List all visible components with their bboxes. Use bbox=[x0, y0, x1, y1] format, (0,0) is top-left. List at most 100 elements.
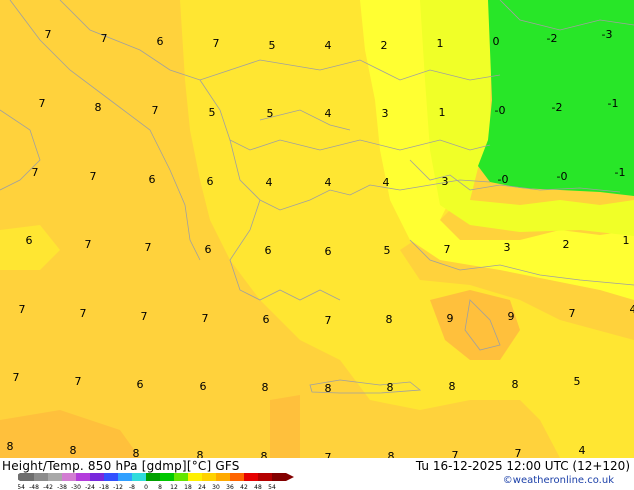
grid-value: 8 bbox=[95, 101, 102, 114]
grid-value: 7 bbox=[569, 307, 576, 320]
scale-swatch bbox=[76, 473, 90, 481]
temperature-map: 7 7 6 7 5 4 2 1 0 -2 -3 7 8 7 5 5 4 3 1 -0 -2 -1 7 7 6 6 4 4 4 3 -0 -0 -… bbox=[0, 0, 634, 458]
grid-value: 8 bbox=[387, 381, 394, 394]
scale-arrow-left bbox=[18, 473, 20, 481]
field-8-10-south bbox=[270, 395, 300, 458]
grid-value: 6 bbox=[200, 380, 207, 393]
grid-value: -1 bbox=[615, 166, 626, 179]
grid-value: 7 bbox=[45, 28, 52, 41]
grid-value: 0 bbox=[493, 35, 500, 48]
grid-value: 7 bbox=[152, 104, 159, 117]
grid-value: 2 bbox=[563, 238, 570, 251]
grid-value: 9 bbox=[508, 310, 515, 323]
grid-value: 7 bbox=[202, 312, 209, 325]
scale-arrow-right bbox=[286, 473, 294, 481]
grid-value: 5 bbox=[574, 375, 581, 388]
scale-swatch bbox=[244, 473, 258, 481]
grid-value: 5 bbox=[384, 244, 391, 257]
scale-tick-label: 24 bbox=[198, 484, 206, 490]
grid-value: 8 bbox=[197, 449, 204, 458]
scale-swatch bbox=[272, 473, 286, 481]
grid-value: 8 bbox=[388, 450, 395, 458]
grid-value: 7 bbox=[80, 307, 87, 320]
grid-value: -2 bbox=[552, 101, 563, 114]
grid-value: 4 bbox=[325, 176, 332, 189]
grid-value: 6 bbox=[205, 243, 212, 256]
credit-link[interactable]: ©weatheronline.co.uk bbox=[503, 475, 614, 486]
scale-tick-label: 48 bbox=[254, 484, 262, 490]
grid-value: 5 bbox=[269, 39, 276, 52]
grid-value: 8 bbox=[386, 313, 393, 326]
grid-value: 7 bbox=[85, 238, 92, 251]
grid-value: 8 bbox=[133, 447, 140, 458]
grid-value: 7 bbox=[452, 449, 459, 458]
grid-value: 4 bbox=[325, 39, 332, 52]
grid-value: 4 bbox=[266, 176, 273, 189]
scale-swatch bbox=[202, 473, 216, 481]
scale-tick-label: -54 bbox=[18, 484, 25, 490]
scale-swatch bbox=[132, 473, 146, 481]
grid-value: 7 bbox=[32, 166, 39, 179]
scale-tick-label: 0 bbox=[144, 484, 148, 490]
scale-swatch bbox=[48, 473, 62, 481]
grid-value: 7 bbox=[141, 310, 148, 323]
map-panel: 7 7 6 7 5 4 2 1 0 -2 -3 7 8 7 5 5 4 3 1 -0 -2 -1 7 7 6 6 4 4 4 3 -0 -0 -… bbox=[0, 0, 634, 458]
grid-value: 5 bbox=[267, 107, 274, 120]
grid-value: 7 bbox=[145, 241, 152, 254]
grid-value: 3 bbox=[504, 241, 511, 254]
grid-value: 7 bbox=[19, 303, 26, 316]
scale-swatch bbox=[216, 473, 230, 481]
scale-tick-label: 54 bbox=[268, 484, 276, 490]
grid-value: 8 bbox=[261, 450, 268, 458]
grid-value: 7 bbox=[325, 451, 332, 458]
grid-value: 7 bbox=[444, 243, 451, 256]
grid-value: 6 bbox=[325, 245, 332, 258]
grid-value: 5 bbox=[209, 106, 216, 119]
scale-tick-label: 36 bbox=[226, 484, 234, 490]
grid-value: 8 bbox=[325, 382, 332, 395]
grid-value: 8 bbox=[512, 378, 519, 391]
map-title: Height/Temp. 850 hPa [gdmp][°C] GFS bbox=[2, 459, 240, 473]
grid-value: 3 bbox=[442, 175, 449, 188]
scale-tick-label: -30 bbox=[71, 484, 81, 490]
color-scale: -54 -48 -42 -38 -30 -24 -18 -12 -8 0 8 12 18 24 30 36 42… bbox=[18, 473, 294, 490]
grid-value: 3 bbox=[382, 107, 389, 120]
grid-value: 6 bbox=[149, 173, 156, 186]
scale-tick-label: 42 bbox=[240, 484, 248, 490]
grid-value: 7 bbox=[13, 371, 20, 384]
grid-value: 4 bbox=[383, 176, 390, 189]
scale-tick-label: -48 bbox=[29, 484, 39, 490]
valid-time: Tu 16-12-2025 12:00 UTC (12+120) bbox=[415, 459, 630, 473]
scale-swatch bbox=[20, 473, 34, 481]
scale-swatch bbox=[90, 473, 104, 481]
grid-value: 4 bbox=[630, 303, 634, 316]
scale-swatch bbox=[230, 473, 244, 481]
grid-value: 1 bbox=[623, 234, 630, 247]
grid-value: 6 bbox=[137, 378, 144, 391]
grid-value: 8 bbox=[262, 381, 269, 394]
grid-value: 1 bbox=[437, 37, 444, 50]
grid-value: 6 bbox=[26, 234, 33, 247]
grid-value: -0 bbox=[498, 173, 509, 186]
grid-value: -3 bbox=[602, 28, 613, 41]
scale-tick-label: 12 bbox=[170, 484, 178, 490]
grid-value: 7 bbox=[75, 375, 82, 388]
grid-value: 6 bbox=[265, 244, 272, 257]
scale-swatch bbox=[188, 473, 202, 481]
scale-swatch bbox=[160, 473, 174, 481]
scale-tick-label: -24 bbox=[85, 484, 95, 490]
grid-value: 7 bbox=[515, 447, 522, 458]
scale-tick-label: 30 bbox=[212, 484, 220, 490]
scale-tick-label: -18 bbox=[99, 484, 109, 490]
grid-value: 6 bbox=[263, 313, 270, 326]
grid-value: 1 bbox=[439, 106, 446, 119]
scale-tick-label: -42 bbox=[43, 484, 53, 490]
scale-tick-label: 18 bbox=[184, 484, 192, 490]
grid-value: -0 bbox=[557, 170, 568, 183]
scale-swatch bbox=[258, 473, 272, 481]
footer-bar: Height/Temp. 850 hPa [gdmp][°C] GFS Tu 1… bbox=[0, 458, 634, 490]
scale-swatch bbox=[174, 473, 188, 481]
scale-tick-label: -38 bbox=[57, 484, 67, 490]
grid-value: 7 bbox=[39, 97, 46, 110]
grid-value: 7 bbox=[213, 37, 220, 50]
